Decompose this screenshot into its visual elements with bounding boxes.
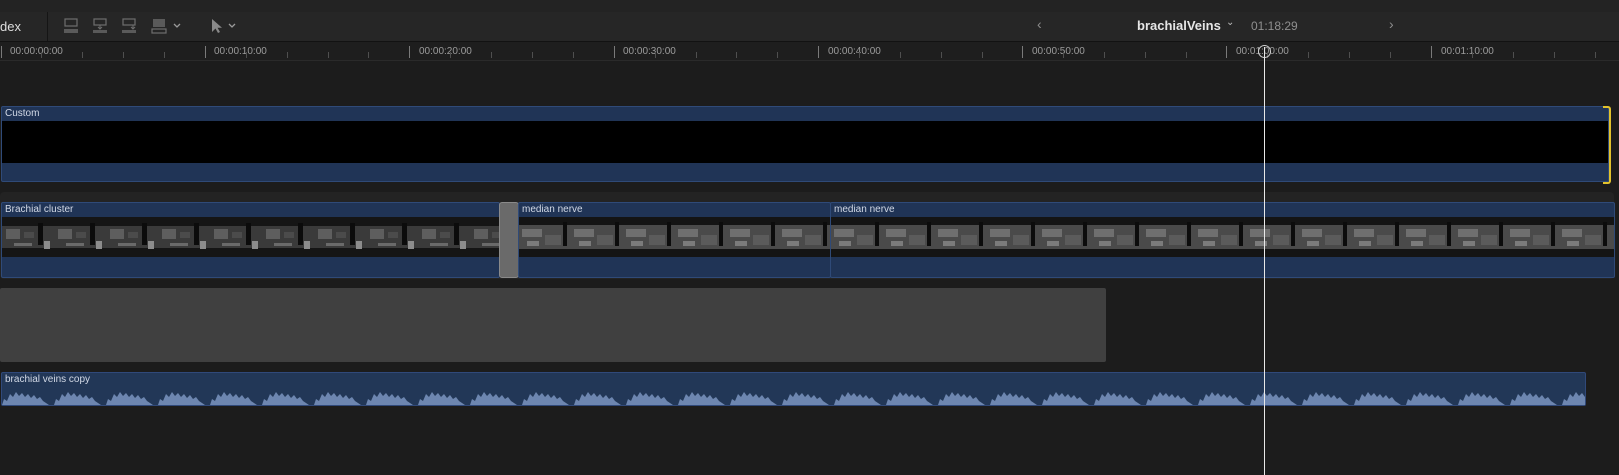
ruler-tick [41, 52, 42, 58]
audio-clip[interactable]: brachial veins copy [1, 372, 1586, 406]
ruler-label: 00:00:50:00 [1032, 46, 1085, 57]
back-arrow-icon[interactable]: ‹ [1037, 16, 1042, 32]
ruler-tick [1554, 52, 1555, 58]
ruler-tick [900, 52, 901, 58]
project-name[interactable]: brachialVeins [1137, 18, 1221, 33]
ruler-label: 00:00:10:00 [214, 46, 267, 57]
transition-handle[interactable] [499, 202, 519, 278]
ruler-tick [409, 46, 410, 58]
chevron-down-icon[interactable] [171, 17, 183, 35]
ruler-tick [573, 52, 574, 58]
ruler-tick [941, 52, 942, 58]
ruler-tick [1, 46, 2, 58]
ruler-label: 00:01:10:00 [1441, 46, 1494, 57]
ruler-tick [1595, 52, 1596, 58]
connect-clip-icon[interactable] [62, 17, 80, 35]
ruler-tick [736, 52, 737, 58]
ruler-tick [532, 52, 533, 58]
select-tool-icon[interactable] [209, 17, 227, 35]
ruler-tick [246, 52, 247, 58]
ruler-tick [1145, 52, 1146, 58]
ruler-label: 00:00:20:00 [419, 46, 472, 57]
ruler-tick [368, 52, 369, 58]
ruler-tick [1349, 52, 1350, 58]
filmstrip [2, 217, 499, 257]
ruler-tick [1063, 52, 1064, 58]
ruler-label: 00:00:30:00 [623, 46, 676, 57]
ruler-tick [205, 46, 206, 58]
overwrite-clip-icon[interactable] [150, 17, 168, 35]
ruler-tick [1513, 52, 1514, 58]
ruler-tick [491, 52, 492, 58]
project-duration: 01:18:29 [1251, 19, 1298, 33]
ruler-tick [982, 52, 983, 58]
chevron-down-icon[interactable] [226, 17, 238, 35]
playhead[interactable] [1264, 47, 1265, 475]
ruler-tick [696, 52, 697, 58]
ruler-tick [328, 52, 329, 58]
ruler-tick [82, 52, 83, 58]
project-menu-chevron-icon[interactable]: ⌄ [1226, 17, 1234, 28]
ruler-tick [450, 52, 451, 58]
ruler-tick [1431, 46, 1432, 58]
append-clip-icon[interactable] [120, 17, 138, 35]
ruler-tick [287, 52, 288, 58]
ruler-tick [614, 46, 615, 58]
selection-edge[interactable] [1603, 106, 1611, 184]
ruler-tick [1308, 52, 1309, 58]
insert-clip-icon[interactable] [91, 17, 109, 35]
clip-label: brachial veins copy [5, 374, 91, 385]
clip-label: median nerve [522, 204, 583, 215]
clip-label: Brachial cluster [5, 204, 74, 215]
filmstrip [519, 217, 830, 257]
audio-waveform [2, 391, 1585, 405]
timeline-ruler[interactable]: 00:00:00:00 00:00:10:00 00:00:20:00 00:0… [0, 42, 1619, 61]
ruler-tick [1390, 52, 1391, 58]
ruler-tick [655, 52, 656, 58]
ruler-tick [859, 52, 860, 58]
toolbar-separator [47, 12, 48, 41]
timeline-toolbar [0, 12, 1619, 42]
ruler-tick [164, 52, 165, 58]
ruler-tick [123, 52, 124, 58]
clip-label: Custom [5, 108, 40, 119]
ruler-tick [1022, 46, 1023, 58]
filmstrip [831, 217, 1614, 257]
clip-label: median nerve [834, 204, 895, 215]
ruler-tick [1226, 46, 1227, 58]
ruler-tick [777, 52, 778, 58]
ruler-tick [1104, 52, 1105, 58]
custom-clip-thumbnail [2, 121, 1608, 163]
forward-arrow-icon[interactable]: › [1389, 16, 1394, 32]
ruler-tick [1186, 52, 1187, 58]
ruler-label: 00:00:00:00 [10, 46, 63, 57]
index-button[interactable]: dex [0, 19, 21, 34]
ruler-label: 00:00:40:00 [828, 46, 881, 57]
ruler-tick [818, 46, 819, 58]
ruler-tick [1472, 52, 1473, 58]
gap-clip[interactable] [0, 288, 1106, 362]
